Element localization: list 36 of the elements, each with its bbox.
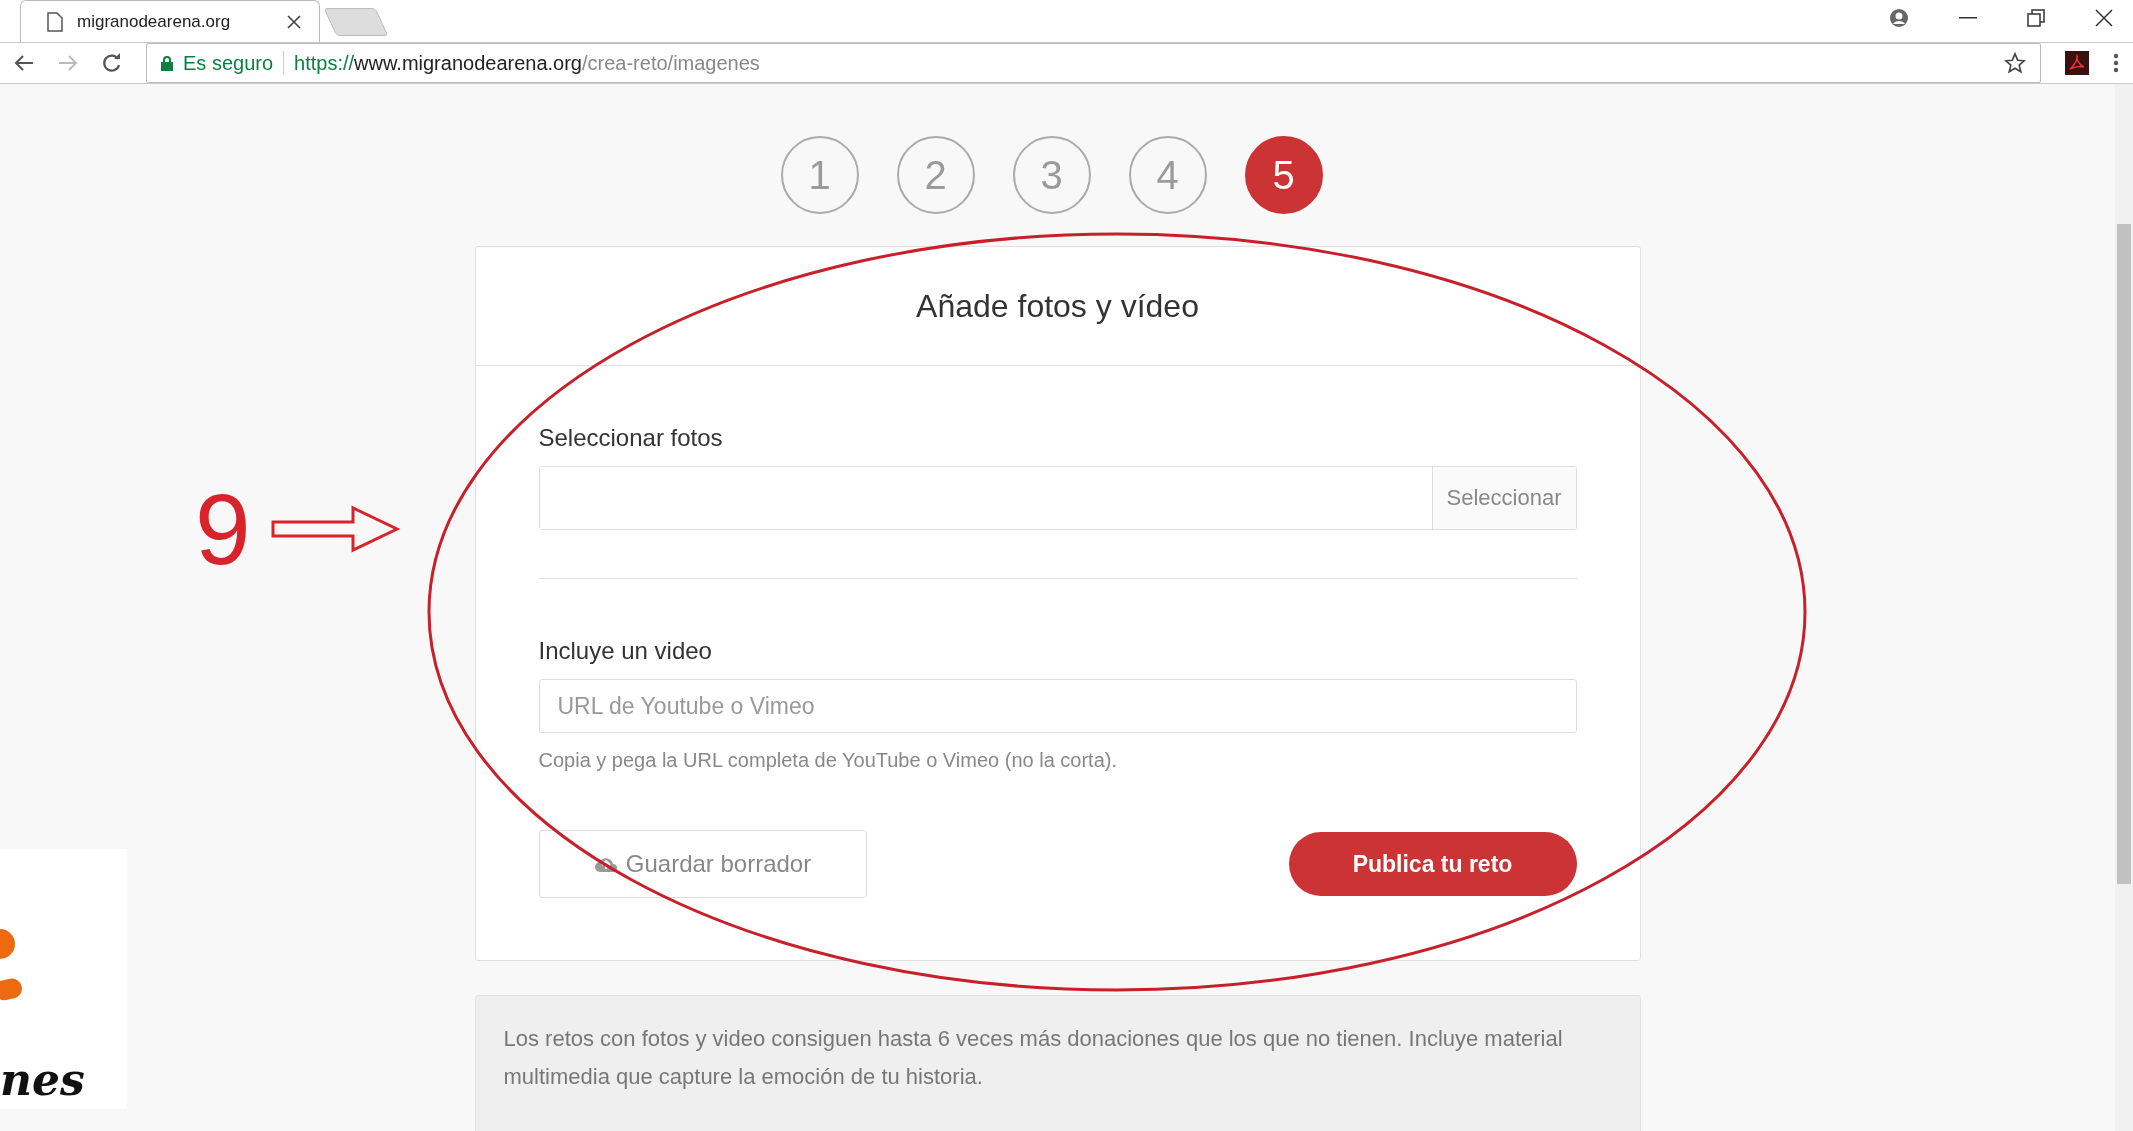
- secure-label: Es seguro: [183, 51, 274, 75]
- step-indicator[interactable]: 2: [896, 136, 975, 214]
- step-indicator[interactable]: 1: [780, 136, 859, 214]
- field-label: Seleccionar fotos: [538, 424, 724, 452]
- save-draft-button[interactable]: Guardar borrador: [538, 830, 867, 898]
- photo-select-field[interactable]: Seleccionar: [538, 466, 1577, 530]
- card-title: Añade fotos y vídeo: [475, 247, 1640, 366]
- select-button[interactable]: Seleccionar: [1431, 467, 1576, 529]
- restore-icon[interactable]: [2027, 9, 2045, 27]
- help-text: Copia y pega la URL completa de YouTube o Vimeo (no la corta).: [538, 749, 1118, 772]
- info-text: Los retos con fotos y video consiguen hasta 6 veces más donaciones que los que no tienen. Incluye material multimedia que capture la emoción de tu historia.: [474, 995, 1641, 1131]
- tab-title: migranodearena.org: [77, 11, 232, 32]
- url-text: https://www.migranodearena.org/crea-reto/imagenes: [294, 51, 760, 75]
- browser-tab[interactable]: migranodearena.org: [20, 0, 320, 42]
- step-indicator[interactable]: 3: [1012, 136, 1091, 214]
- step-indicator[interactable]: 5: [1244, 136, 1323, 214]
- profile-icon[interactable]: [1889, 8, 1909, 28]
- star-icon[interactable]: [2004, 52, 2026, 74]
- address-bar[interactable]: Es seguro https://www.migranodearena.org/crea-reto/imagenes: [146, 43, 2041, 83]
- publish-button[interactable]: Publica tu reto: [1288, 832, 1577, 896]
- video-url-field[interactable]: URL de Youtube o Vimeo: [538, 679, 1577, 733]
- menu-icon[interactable]: [2113, 52, 2119, 74]
- field-label: Incluye un video: [538, 637, 713, 665]
- scrollbar[interactable]: [2115, 84, 2133, 1131]
- minimize-icon[interactable]: [1959, 16, 1977, 20]
- reload-icon[interactable]: [102, 53, 122, 73]
- cloud-upload-icon: [593, 855, 618, 873]
- annotation-number: 9: [195, 479, 251, 579]
- step-indicator[interactable]: 4: [1128, 136, 1207, 214]
- logo-text: nes: [0, 1054, 85, 1105]
- pdf-extension-icon[interactable]: [2065, 51, 2089, 75]
- lock-icon: [161, 55, 173, 71]
- back-icon[interactable]: [14, 54, 34, 72]
- close-icon[interactable]: [287, 14, 301, 29]
- page-icon: [47, 11, 63, 32]
- close-icon[interactable]: [2095, 9, 2113, 27]
